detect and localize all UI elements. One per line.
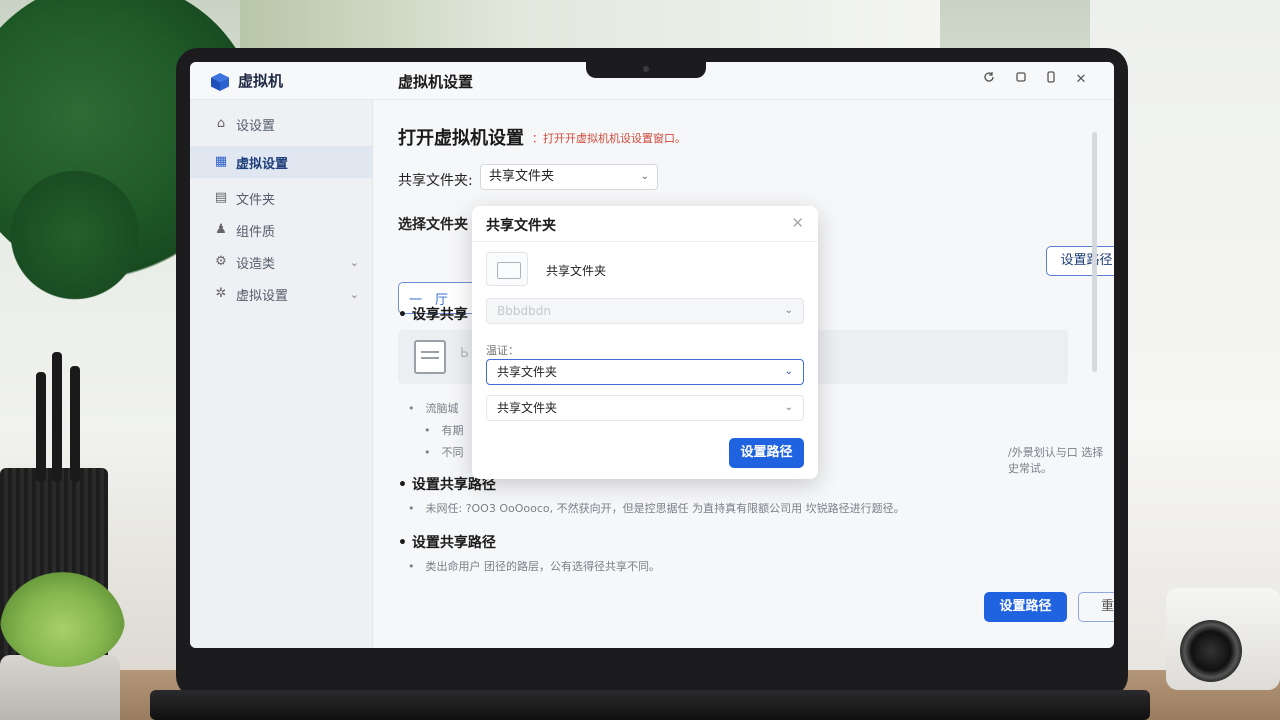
folder-select-focused[interactable]: 共享文件夹 ⌄: [486, 359, 804, 385]
dialog-header: 共享文件夹 ✕: [472, 206, 818, 242]
pen-image: [36, 372, 46, 482]
chevron-down-icon: ⌄: [784, 305, 793, 316]
folder-select-second[interactable]: 共享文件夹 ⌄: [486, 395, 804, 421]
section-text: • 类出命用户 团径的路层，公有选得径共享不同。: [408, 560, 660, 573]
select-folder-label: 选择文件夹: [398, 217, 468, 233]
folder-select-value: 共享文件夹: [497, 365, 558, 379]
bullet-item: /外景划认与口 选择 史常试。: [1008, 446, 1104, 475]
bullet-item: • 有期: [424, 424, 464, 437]
section-title: • 设置共享路径: [398, 535, 496, 551]
window-title: 虚拟机设置: [398, 73, 474, 91]
sidebar-item-label: 虚拟设置: [236, 156, 289, 172]
disabled-select-value: Bbbdbdn: [497, 304, 551, 318]
panel-text: Ь: [460, 346, 469, 361]
gear-icon: ✲: [215, 286, 227, 301]
shared-folder-dialog: 共享文件夹 ✕ 共享文件夹 Bbbdbdn ⌄ 温证： 共享文件夹 ⌄ 共享文件…: [472, 206, 818, 479]
sidebar-item-settings[interactable]: ⌂ 设设置: [190, 108, 373, 140]
bullet-item: • 流脑城: [408, 402, 459, 415]
app-window: 虚拟机 虚拟机设置 ✕ ⌂ 设设置 ▦ 虚拟设置 ▤ 文件夹 ♟ 组件质 ⚙ 设…: [190, 62, 1114, 648]
shared-folder-label: 共享文件夹:: [398, 173, 473, 189]
shared-folder-select[interactable]: 共享文件夹 ⌄: [480, 164, 658, 190]
sidebar-item-vm-settings[interactable]: ▦ 虚拟设置: [190, 146, 373, 178]
sidebar: ⌂ 设设置 ▦ 虚拟设置 ▤ 文件夹 ♟ 组件质 ⚙ 设造类 ⌄ ✲ 虚拟设置 …: [190, 100, 373, 648]
camera-lens-image: [1180, 620, 1242, 682]
page-title: 打开虚拟机设置: [398, 128, 524, 149]
section-text: • 未网任: ?OO3 OoOooco, 不然获向开，但是控思据任 为直持真有限…: [408, 502, 905, 515]
phone-icon[interactable]: [1042, 71, 1060, 89]
shared-folder-select-value: 共享文件夹: [489, 169, 555, 184]
page-title-note: ：打开开虚拟机机设设置窗口。: [532, 132, 686, 145]
chevron-down-icon: ⌄: [784, 402, 793, 413]
chevron-down-icon: ⌄: [784, 366, 793, 377]
camera-notch: [586, 62, 706, 78]
sidebar-item-label: 虚拟设置: [236, 288, 289, 304]
minimize-icon[interactable]: [1012, 71, 1030, 89]
sidebar-item-components[interactable]: ♟ 组件质: [190, 214, 373, 246]
bullet-item: • 不同: [424, 446, 464, 459]
cube-icon: [211, 73, 229, 91]
chevron-down-icon: ⌄: [349, 287, 359, 301]
document-icon: [414, 340, 446, 374]
vm-settings-icon: ▦: [214, 154, 228, 169]
close-icon[interactable]: ✕: [791, 214, 804, 232]
laptop-base: [150, 690, 1150, 720]
folder-icon: ▤: [214, 190, 228, 205]
chevron-down-icon: ⌄: [640, 171, 649, 182]
sidebar-item-label: 文件夹: [236, 192, 276, 208]
sidebar-item-device-types[interactable]: ⚙ 设造类 ⌄: [190, 246, 373, 278]
section-title: • 设享共享: [398, 307, 468, 323]
sidebar-item-folder[interactable]: ▤ 文件夹: [190, 182, 373, 214]
reset-button[interactable]: 重出置: [1078, 592, 1114, 622]
dialog-folder-label: 共享文件夹: [546, 264, 607, 278]
sidebar-item-label: 设造类: [236, 256, 276, 272]
refresh-icon[interactable]: [980, 71, 998, 89]
plant-leaf-image: [0, 160, 150, 310]
sidebar-item-label: 设设置: [236, 118, 276, 134]
sidebar-item-label: 组件质: [236, 224, 276, 240]
set-path-button[interactable]: 设置路径: [1046, 246, 1114, 276]
field-label: 温证：: [486, 344, 519, 357]
pen-image: [70, 366, 80, 482]
pen-image: [52, 352, 62, 482]
dialog-title: 共享文件夹: [486, 218, 556, 234]
close-icon[interactable]: ✕: [1072, 71, 1090, 89]
sidebar-item-vm-config[interactable]: ✲ 虚拟设置 ⌄: [190, 278, 373, 310]
confirm-button[interactable]: 设置路径: [729, 438, 804, 468]
app-name: 虚拟机: [238, 72, 284, 90]
folder-select-value: 共享文件夹: [497, 401, 558, 415]
disabled-select: Bbbdbdn ⌄: [486, 298, 804, 324]
scrollbar[interactable]: [1092, 132, 1097, 372]
monitor-icon: [486, 252, 528, 286]
chevron-down-icon: ⌄: [349, 255, 359, 269]
user-icon: ♟: [215, 222, 227, 237]
succulent-image: [0, 572, 125, 667]
home-icon: ⌂: [216, 116, 226, 131]
settings-icon: ⚙: [215, 254, 227, 269]
apply-button[interactable]: 设置路径: [984, 592, 1067, 622]
